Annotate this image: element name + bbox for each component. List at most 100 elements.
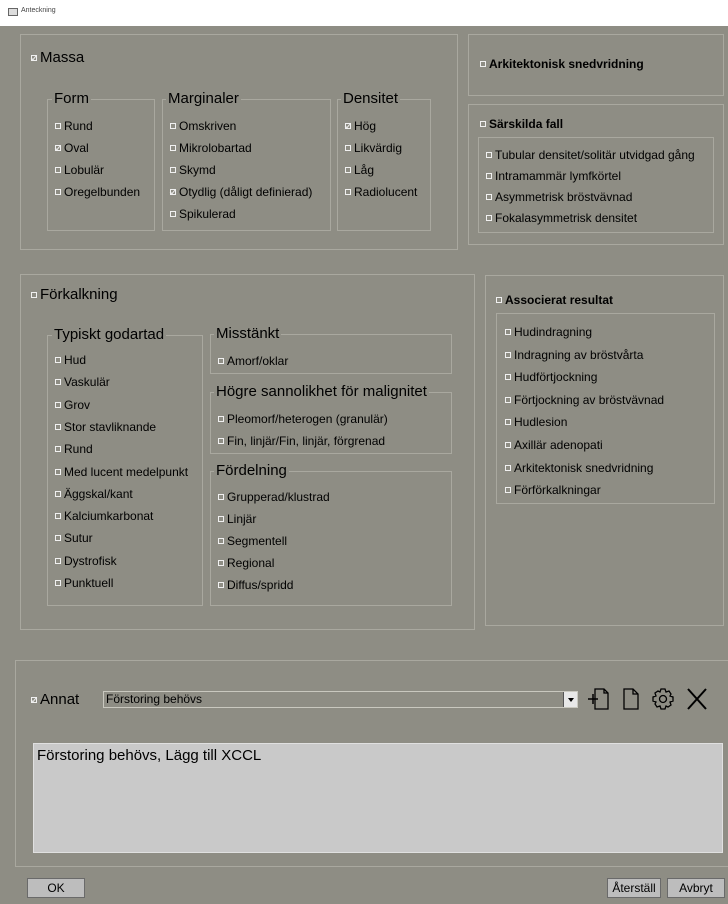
sarskilda-checkbox[interactable]: Särskilda fall xyxy=(480,116,563,132)
reset-button[interactable]: Återställ xyxy=(607,878,661,898)
checkbox-radiolucent[interactable]: Radiolucent xyxy=(345,185,417,199)
checkbox-mikrolobartad[interactable]: Mikrolobartad xyxy=(170,141,252,155)
checkbox-tubular-densitet-solitär-utvidgad-gång[interactable]: Tubular densitet/solitär utvidgad gång xyxy=(486,148,695,162)
checkbox-icon xyxy=(505,352,511,358)
new-document-button[interactable] xyxy=(618,685,644,713)
checkbox-icon xyxy=(218,358,224,364)
checkbox-förförkalkningar[interactable]: Förförkalkningar xyxy=(505,483,601,497)
checkbox-indragning-av-bröstvårta[interactable]: Indragning av bröstvårta xyxy=(505,348,643,362)
checkbox-med-lucent-medelpunkt[interactable]: Med lucent medelpunkt xyxy=(55,465,188,479)
checkbox-label: Rund xyxy=(64,442,93,456)
checkbox-skymd[interactable]: Skymd xyxy=(170,163,216,177)
checkbox-icon xyxy=(496,297,502,303)
checkbox-label: Hudförtjockning xyxy=(514,370,598,384)
notes-text: Förstoring behövs, Lägg till XCCL xyxy=(37,747,262,764)
checkbox-arkitektonisk-snedvridning[interactable]: Arkitektonisk snedvridning xyxy=(505,461,653,475)
forkalkning-checkbox[interactable]: Förkalkning xyxy=(31,287,118,303)
checkbox-intramammär-lymfkörtel[interactable]: Intramammär lymfkörtel xyxy=(486,169,621,183)
checkbox-hud[interactable]: Hud xyxy=(55,353,86,367)
checkbox-label: Axillär adenopati xyxy=(514,438,603,452)
checkbox-label: Otydlig (dåligt definierad) xyxy=(179,185,313,199)
checkbox-label: Med lucent medelpunkt xyxy=(64,465,189,479)
checkbox-fin-linjär-fin-linjär-förgrenad[interactable]: Fin, linjär/Fin, linjär, förgrenad xyxy=(218,434,385,448)
checkbox-hudindragning[interactable]: Hudindragning xyxy=(505,325,592,339)
checkbox-äggskal-kant[interactable]: Äggskal/kant xyxy=(55,487,133,501)
densitet-title: Densitet xyxy=(341,90,401,107)
checkbox-omskriven[interactable]: Omskriven xyxy=(170,119,236,133)
checkbox-sutur[interactable]: Sutur xyxy=(55,531,93,545)
checkbox-likvärdig[interactable]: Likvärdig xyxy=(345,141,402,155)
checkbox-label: Diffus/spridd xyxy=(227,578,294,592)
checkbox-dystrofisk[interactable]: Dystrofisk xyxy=(55,554,117,568)
checkbox-amorf-oklar[interactable]: Amorf/oklar xyxy=(218,354,288,368)
checkbox-grupperad-klustrad[interactable]: Grupperad/klustrad xyxy=(218,490,330,504)
checkbox-otydlig-dåligt-definierad[interactable]: Otydlig (dåligt definierad) xyxy=(170,185,312,199)
annat-dropdown[interactable]: Förstoring behövs xyxy=(103,691,578,708)
checkbox-icon xyxy=(31,292,37,298)
checkbox-hudförtjockning[interactable]: Hudförtjockning xyxy=(505,370,597,384)
checkbox-stor-stavliknande[interactable]: Stor stavliknande xyxy=(55,420,156,434)
associerat-checkbox[interactable]: Associerat resultat xyxy=(496,292,613,308)
checkbox-icon xyxy=(345,145,351,151)
clear-button[interactable] xyxy=(684,685,710,713)
checkbox-icon xyxy=(505,397,511,403)
checkbox-punktuell[interactable]: Punktuell xyxy=(55,576,113,590)
checkbox-icon xyxy=(170,123,176,129)
checkbox-hudlesion[interactable]: Hudlesion xyxy=(505,415,567,429)
checkbox-icon xyxy=(480,121,486,127)
checkbox-label: Mikrolobartad xyxy=(179,141,252,155)
add-template-button[interactable] xyxy=(586,685,612,713)
checkbox-label: Låg xyxy=(354,163,375,177)
arkitektonisk-checkbox[interactable]: Arkitektonisk snedvridning xyxy=(480,56,644,72)
checkbox-icon xyxy=(218,494,224,500)
checkbox-lobulär[interactable]: Lobulär xyxy=(55,163,104,177)
checkbox-label: Radiolucent xyxy=(354,185,418,199)
checkbox-label: Spikulerad xyxy=(179,207,236,221)
checkbox-axillär-adenopati[interactable]: Axillär adenopati xyxy=(505,438,603,452)
check-icon xyxy=(345,123,351,129)
checkbox-grov[interactable]: Grov xyxy=(55,398,90,412)
checkbox-icon xyxy=(480,61,486,67)
ok-button[interactable]: OK xyxy=(27,878,85,898)
associerat-items-box xyxy=(496,313,715,504)
annat-selected-value: Förstoring behövs xyxy=(106,692,203,706)
checkbox-label: Segmentell xyxy=(227,534,288,548)
checkbox-icon xyxy=(218,438,224,444)
checkbox-icon xyxy=(55,469,61,475)
checkbox-oregelbunden[interactable]: Oregelbunden xyxy=(55,185,140,199)
massa-checkbox[interactable]: Massa xyxy=(31,50,84,66)
checkbox-linjär[interactable]: Linjär xyxy=(218,512,256,526)
checkbox-icon xyxy=(170,211,176,217)
checkbox-rund[interactable]: Rund xyxy=(55,442,93,456)
checkbox-regional[interactable]: Regional xyxy=(218,556,274,570)
checkbox-vaskulär[interactable]: Vaskulär xyxy=(55,375,110,389)
checkbox-pleomorf-heterogen-granulär[interactable]: Pleomorf/heterogen (granulär) xyxy=(218,412,388,426)
checkbox-fokalasymmetrisk-densitet[interactable]: Fokalasymmetrisk densitet xyxy=(486,211,637,225)
notes-textarea[interactable]: Förstoring behövs, Lägg till XCCL xyxy=(33,743,723,853)
title-bar: Anteckning xyxy=(0,0,728,26)
checkbox-hög[interactable]: Hög xyxy=(345,119,376,133)
chevron-down-icon[interactable] xyxy=(563,692,577,707)
checkbox-icon xyxy=(486,173,492,179)
annat-checkbox[interactable]: Annat xyxy=(31,692,79,708)
checkbox-segmentell[interactable]: Segmentell xyxy=(218,534,287,548)
checkbox-diffus-spridd[interactable]: Diffus/spridd xyxy=(218,578,293,592)
cancel-button[interactable]: Avbryt xyxy=(667,878,725,898)
checkbox-asymmetrisk-bröstvävnad[interactable]: Asymmetrisk bröstvävnad xyxy=(486,190,632,204)
settings-button[interactable] xyxy=(650,685,676,713)
misstankt-title: Misstänkt xyxy=(214,325,282,342)
annat-label: Annat xyxy=(40,691,80,708)
checkbox-icon xyxy=(505,374,511,380)
checkbox-icon xyxy=(505,442,511,448)
checkbox-spikulerad[interactable]: Spikulerad xyxy=(170,207,236,221)
checkbox-icon xyxy=(55,402,61,408)
checkbox-icon xyxy=(55,189,61,195)
checkbox-kalciumkarbonat[interactable]: Kalciumkarbonat xyxy=(55,509,153,523)
checkbox-låg[interactable]: Låg xyxy=(345,163,374,177)
checkbox-icon xyxy=(55,491,61,497)
checkbox-oval[interactable]: Oval xyxy=(55,141,89,155)
checkbox-label: Lobulär xyxy=(64,163,105,177)
checkbox-label: Hudlesion xyxy=(514,415,568,429)
checkbox-förtjockning-av-bröstvävnad[interactable]: Förtjockning av bröstvävnad xyxy=(505,393,664,407)
checkbox-rund[interactable]: Rund xyxy=(55,119,93,133)
